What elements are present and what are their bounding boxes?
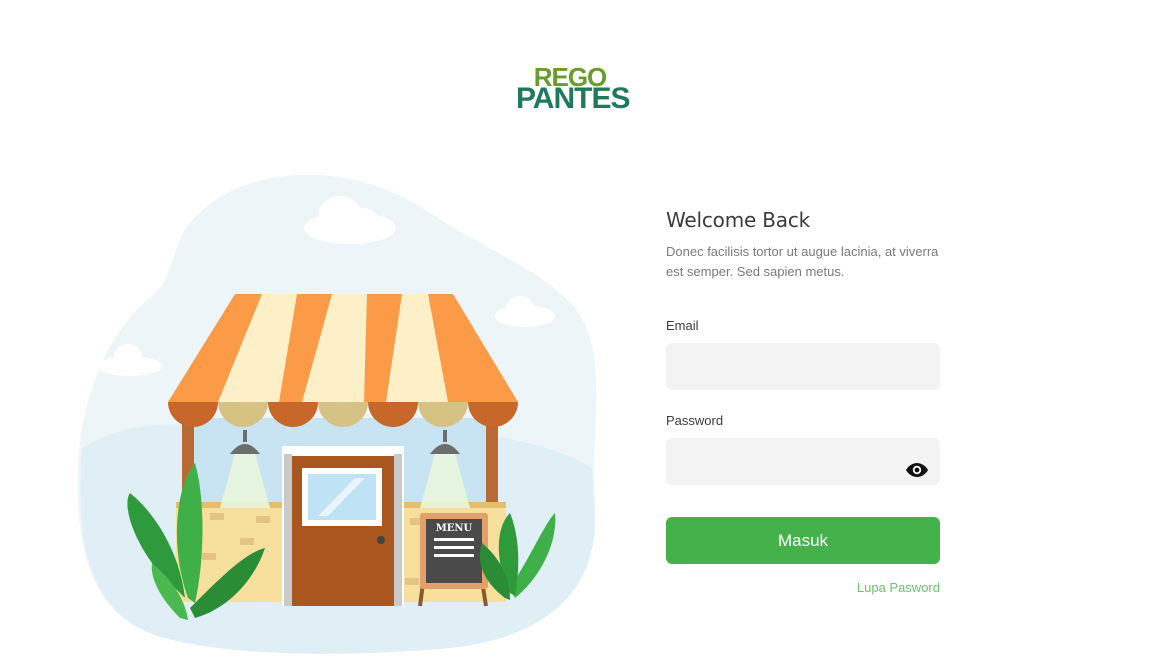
door [282,446,404,606]
page-title: Welcome Back [666,208,810,232]
submit-button[interactable]: Masuk [666,517,940,564]
forgot-password-link[interactable]: Lupa Pasword [666,580,940,595]
shop-illustration: MENU [77,174,597,654]
logo: REGO PANTES [516,64,630,118]
email-field[interactable] [666,343,940,390]
logo-line2: PANTES [516,82,630,115]
menu-sign-text: MENU [436,523,473,534]
password-wrapper [666,438,940,485]
password-field[interactable] [666,438,940,485]
email-label: Email [666,318,699,333]
password-label: Password [666,413,724,428]
login-form: Welcome Back Donec facilisis tortor ut a… [666,208,942,595]
page-subtitle: Donec facilisis tortor ut augue lacinia,… [666,244,939,279]
eye-icon[interactable] [906,463,928,477]
